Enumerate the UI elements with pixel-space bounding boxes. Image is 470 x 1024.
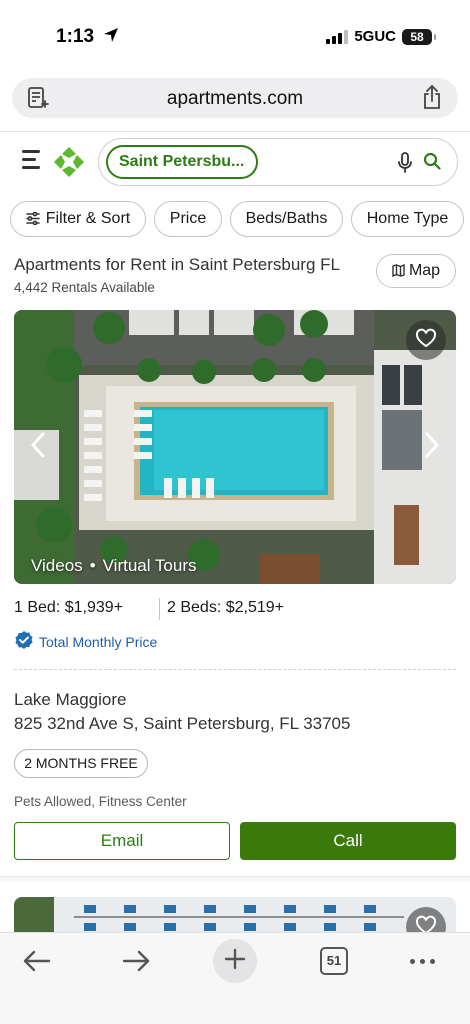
status-time: 1:13 — [56, 26, 119, 49]
status-indicators: 5GUC 58 — [326, 28, 436, 45]
building-image — [14, 897, 456, 937]
search-icon[interactable] — [423, 152, 441, 175]
share-icon[interactable] — [420, 84, 444, 116]
location-chip[interactable]: Saint Petersbu... — [106, 145, 258, 179]
filter-sort-label: Filter & Sort — [45, 210, 131, 227]
dashed-divider — [14, 669, 456, 670]
map-icon — [392, 262, 409, 279]
total-monthly-price-link[interactable]: Total Monthly Price — [14, 630, 157, 653]
price-1-bed: 1 Bed: $1,939+ — [14, 599, 123, 616]
microphone-icon[interactable] — [397, 152, 413, 179]
map-button[interactable]: Map — [376, 254, 456, 288]
plus-icon — [224, 948, 246, 975]
hamburger-menu-icon[interactable] — [22, 148, 44, 172]
favorite-button[interactable] — [406, 320, 446, 360]
tabs-icon[interactable]: 51 — [320, 947, 348, 975]
videos-label[interactable]: Videos — [31, 556, 83, 575]
browser-toolbar: 51 — [0, 932, 470, 1024]
chevron-right-icon[interactable] — [424, 432, 440, 463]
call-button[interactable]: Call — [240, 822, 456, 860]
verified-check-icon — [14, 630, 34, 653]
map-label: Map — [408, 262, 441, 279]
price-2-beds: 2 Beds: $2,519+ — [167, 599, 284, 616]
battery-icon: 58 — [402, 28, 436, 45]
home-type-filter-button[interactable]: Home Type — [351, 201, 464, 237]
chevron-left-icon[interactable] — [30, 432, 46, 463]
price-separator — [159, 598, 160, 620]
media-labels[interactable]: Videos • Virtual Tours — [31, 556, 197, 576]
forward-arrow-icon[interactable] — [121, 949, 151, 978]
promo-badge: 2 MONTHS FREE — [14, 749, 148, 778]
network-label: 5GUC — [354, 28, 396, 45]
status-bar: 1:13 5GUC 58 — [0, 0, 470, 72]
sliders-icon — [25, 204, 40, 237]
filter-sort-button[interactable]: Filter & Sort — [10, 201, 146, 237]
address-bar[interactable]: apartments.com — [12, 78, 458, 118]
email-button[interactable]: Email — [14, 822, 230, 860]
logo-icon[interactable] — [52, 145, 86, 184]
total-monthly-price-label[interactable]: Total Monthly Price — [39, 634, 157, 650]
media-separator: • — [89, 556, 96, 575]
property-name[interactable]: Lake Maggiore — [14, 690, 126, 710]
results-title: Apartments for Rent in Saint Petersburg … — [14, 255, 340, 274]
back-arrow-icon[interactable] — [22, 949, 52, 978]
signal-icon — [326, 29, 349, 44]
card-separator — [0, 876, 470, 882]
results-count: 4,442 Rentals Available — [14, 280, 155, 295]
url-text[interactable]: apartments.com — [12, 88, 458, 110]
pool-aerial-image — [14, 310, 456, 584]
location-arrow-icon — [103, 27, 119, 49]
next-listing-photo[interactable] — [14, 897, 456, 937]
beds-baths-filter-button[interactable]: Beds/Baths — [230, 201, 343, 237]
status-time-text: 1:13 — [56, 26, 95, 47]
search-bar[interactable]: Saint Petersbu... — [98, 138, 458, 186]
heart-icon — [415, 328, 437, 353]
price-filter-button[interactable]: Price — [154, 201, 222, 237]
more-icon[interactable] — [410, 959, 435, 964]
header-divider — [0, 131, 470, 132]
virtual-tours-label[interactable]: Virtual Tours — [103, 556, 197, 575]
listing-photo[interactable]: Videos • Virtual Tours — [14, 310, 456, 584]
property-address: 825 32nd Ave S, Saint Petersburg, FL 337… — [14, 714, 351, 733]
new-tab-button[interactable] — [213, 939, 257, 983]
amenities-text: Pets Allowed, Fitness Center — [14, 794, 187, 809]
